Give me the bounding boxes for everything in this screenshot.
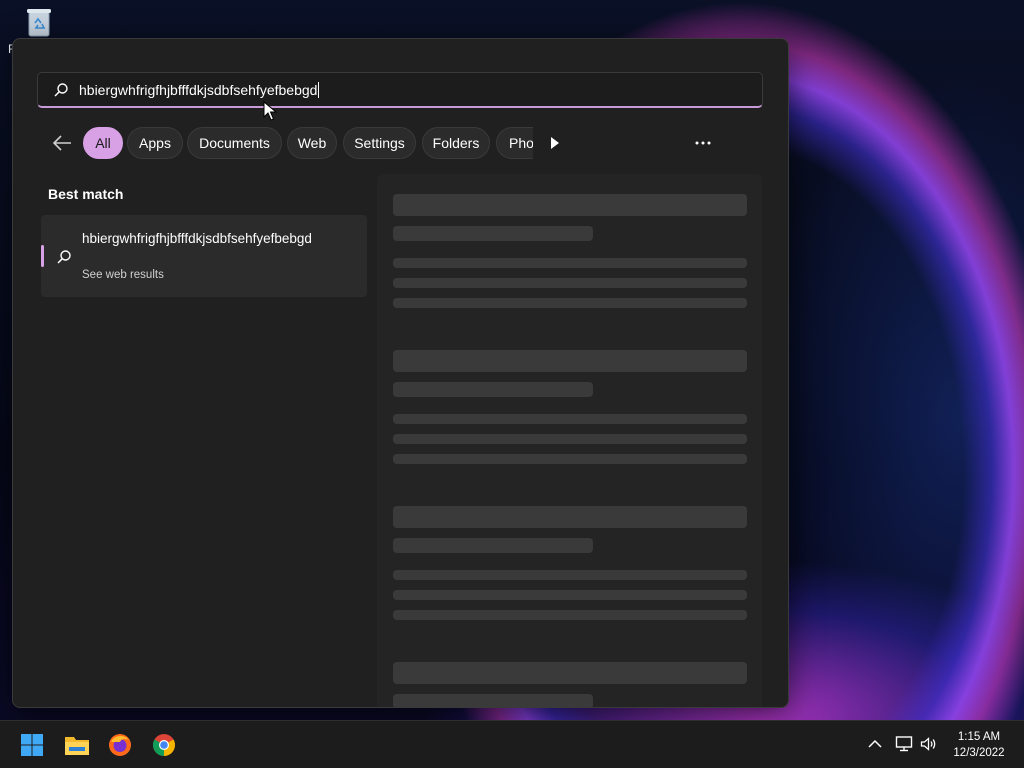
skeleton-block	[393, 694, 593, 707]
more-options-icon[interactable]	[695, 141, 711, 145]
clock-time: 1:15 AM	[957, 731, 1001, 743]
skeleton-line	[393, 278, 747, 288]
filter-chip-photos[interactable]: Phot	[496, 127, 533, 159]
chrome-icon	[153, 734, 175, 756]
skeleton-block	[393, 382, 593, 397]
skeleton-line	[393, 414, 747, 424]
preview-pane-loading	[377, 174, 762, 707]
skeleton-line	[393, 454, 747, 464]
search-query-value: hbiergwhfrigfhjbfffdkjsdbfsehfyefbebgd	[79, 82, 318, 98]
skeleton-block	[393, 194, 747, 216]
recycle-bin-icon[interactable]	[24, 6, 54, 38]
best-match-heading: Best match	[48, 186, 124, 202]
search-query-text[interactable]: hbiergwhfrigfhjbfffdkjsdbfsehfyefbebgd	[79, 82, 320, 98]
back-arrow-icon[interactable]	[51, 133, 73, 153]
filter-chip-web[interactable]: Web	[287, 127, 337, 159]
web-search-icon	[57, 250, 71, 264]
firefox-icon	[109, 734, 131, 756]
result-subtitle: See web results	[82, 269, 164, 281]
search-input[interactable]: hbiergwhfrigfhjbfffdkjsdbfsehfyefbebgd	[37, 72, 763, 108]
skeleton-block	[393, 538, 593, 553]
skeleton-block	[393, 506, 747, 528]
best-match-result[interactable]: hbiergwhfrigfhjbfffdkjsdbfsehfyefbebgd S…	[41, 215, 367, 297]
file-explorer-icon	[65, 737, 89, 755]
mouse-pointer-icon	[263, 101, 277, 121]
filter-chip-documents[interactable]: Documents	[187, 127, 282, 159]
filter-chip-apps[interactable]: Apps	[127, 127, 183, 159]
skeleton-block	[393, 350, 747, 372]
skeleton-line	[393, 434, 747, 444]
skeleton-block	[393, 662, 747, 684]
skeleton-line	[393, 610, 747, 620]
scroll-right-icon[interactable]	[549, 136, 561, 150]
skeleton-line	[393, 298, 747, 308]
firefox-button[interactable]	[100, 721, 140, 768]
filter-bar: All Apps Documents Web Settings Folders …	[13, 127, 788, 161]
filter-chip-folders[interactable]: Folders	[422, 127, 490, 159]
skeleton-line	[393, 570, 747, 580]
volume-icon[interactable]	[920, 735, 938, 753]
start-icon	[21, 734, 43, 756]
clock-date: 12/3/2022	[953, 747, 1005, 759]
skeleton-block	[393, 226, 593, 241]
selection-indicator	[41, 245, 44, 267]
result-title: hbiergwhfrigfhjbfffdkjsdbfsehfyefbebgd	[82, 231, 312, 246]
filter-chip-all[interactable]: All	[83, 127, 123, 159]
filter-chip-settings[interactable]: Settings	[343, 127, 416, 159]
taskbar-clock[interactable]: 1:15 AM 12/3/2022	[946, 729, 1012, 761]
chrome-button[interactable]	[144, 721, 184, 768]
chevron-up-icon[interactable]	[868, 739, 882, 749]
skeleton-line	[393, 590, 747, 600]
skeleton-line	[393, 258, 747, 268]
network-icon[interactable]	[895, 735, 913, 753]
search-flyout: hbiergwhfrigfhjbfffdkjsdbfsehfyefbebgd A…	[12, 38, 789, 708]
start-button[interactable]	[12, 721, 52, 768]
file-explorer-button[interactable]	[56, 721, 96, 768]
text-caret	[318, 82, 320, 98]
search-icon	[54, 83, 68, 97]
taskbar: 1:15 AM 12/3/2022	[0, 720, 1024, 768]
